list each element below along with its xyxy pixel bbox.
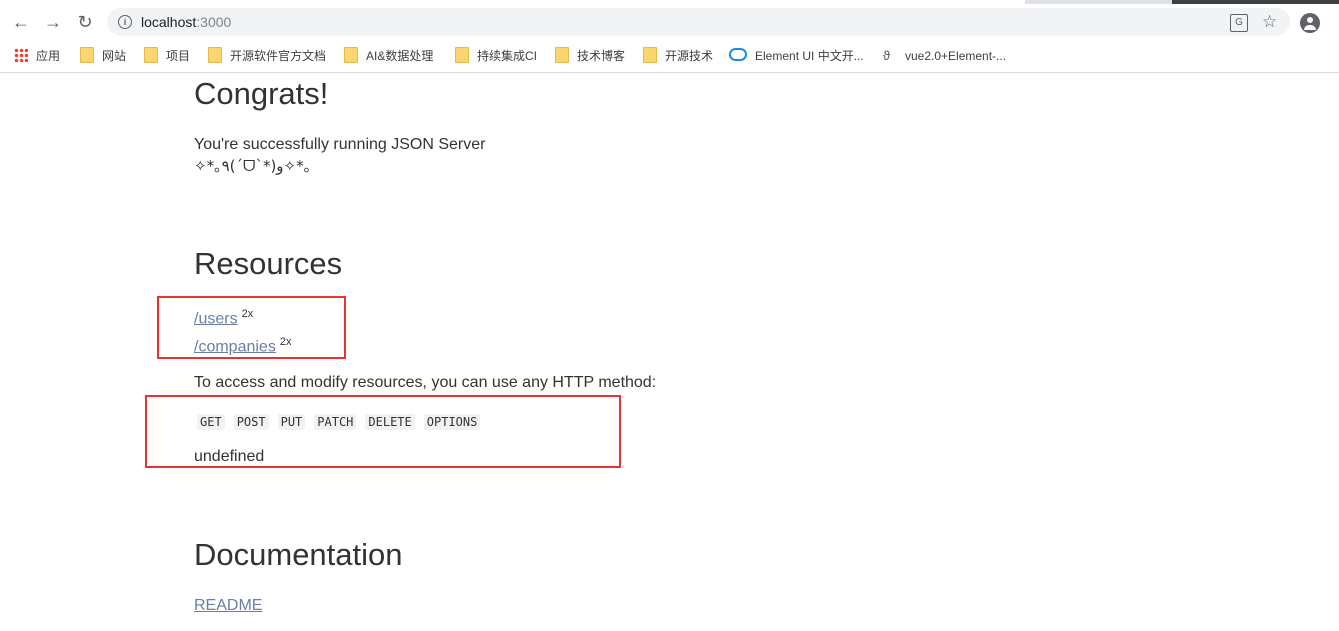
bookmark-folder-projects[interactable]: 项目 xyxy=(144,47,190,65)
back-icon[interactable]: ← xyxy=(11,12,31,32)
bookmark-folder-tech-blogs[interactable]: 技术博客 xyxy=(555,47,625,65)
documentation-heading: Documentation xyxy=(194,537,403,572)
browser-toolbar: ← → ↻ i localhost:3000 G ☆ xyxy=(0,4,1339,40)
running-text: You're successfully running JSON Server xyxy=(194,136,486,153)
folder-icon xyxy=(344,47,358,63)
account-icon[interactable] xyxy=(1300,13,1320,33)
bookmark-apps[interactable]: 应用 xyxy=(14,47,60,65)
bookmark-label: Element UI 中文开... xyxy=(755,49,864,63)
bookmark-label: 应用 xyxy=(36,49,61,63)
apps-grid-icon xyxy=(14,48,28,62)
folder-icon xyxy=(643,47,657,63)
bookmark-label: AI&数据处理 xyxy=(366,49,434,63)
bookmark-label: 网站 xyxy=(102,49,127,63)
info-icon[interactable]: i xyxy=(118,15,132,29)
folder-icon xyxy=(80,47,94,63)
url-text[interactable]: localhost:3000 xyxy=(141,14,231,30)
bookmark-label: 开源软件官方文档 xyxy=(230,49,327,63)
bookmark-label: vue2.0+Element-... xyxy=(905,49,1007,63)
bookmark-label: 持续集成CI xyxy=(477,49,538,63)
access-text: To access and modify resources, you can … xyxy=(194,374,657,391)
bookmark-label: 项目 xyxy=(166,49,191,63)
bookmark-folder-websites[interactable]: 网站 xyxy=(80,47,126,65)
annotation-box-methods xyxy=(145,395,621,468)
bookmarks-bar: 应用 网站 项目 开源软件官方文档 AI&数据处理 持续集成CI 技术博客 开源… xyxy=(0,40,1339,73)
kaomoji-text: ✧*｡٩(ˊᗜˋ*)و✧*｡ xyxy=(194,157,312,175)
bookmark-label: 技术博客 xyxy=(577,49,626,63)
url-host: localhost xyxy=(141,14,197,30)
folder-icon xyxy=(144,47,158,63)
reload-icon[interactable]: ↻ xyxy=(75,12,95,32)
forward-icon[interactable]: → xyxy=(43,12,63,32)
url-port: :3000 xyxy=(196,14,232,30)
resources-heading: Resources xyxy=(194,246,343,281)
address-bar[interactable]: i localhost:3000 G ☆ xyxy=(107,8,1290,36)
bookmark-vue-element[interactable]: ϑ vue2.0+Element-... xyxy=(883,47,1006,65)
folder-icon xyxy=(455,47,469,63)
folder-icon xyxy=(208,47,222,63)
annotation-box-resources xyxy=(157,296,346,359)
bookmark-folder-oss-docs[interactable]: 开源软件官方文档 xyxy=(208,47,326,65)
translate-icon[interactable]: G xyxy=(1230,14,1248,32)
vue-icon: ϑ xyxy=(883,48,891,63)
star-icon[interactable]: ☆ xyxy=(1262,12,1277,32)
readme-link[interactable]: README xyxy=(194,597,262,615)
folder-icon xyxy=(555,47,569,63)
cloud-icon xyxy=(729,48,747,61)
bookmark-folder-oss-tech[interactable]: 开源技术 xyxy=(643,47,713,65)
bookmark-element-ui[interactable]: Element UI 中文开... xyxy=(729,47,864,65)
congrats-heading: Congrats! xyxy=(194,76,329,111)
bookmark-label: 开源技术 xyxy=(665,49,714,63)
bookmark-folder-ci[interactable]: 持续集成CI xyxy=(455,47,537,65)
bookmark-folder-ai-data[interactable]: AI&数据处理 xyxy=(344,47,433,65)
